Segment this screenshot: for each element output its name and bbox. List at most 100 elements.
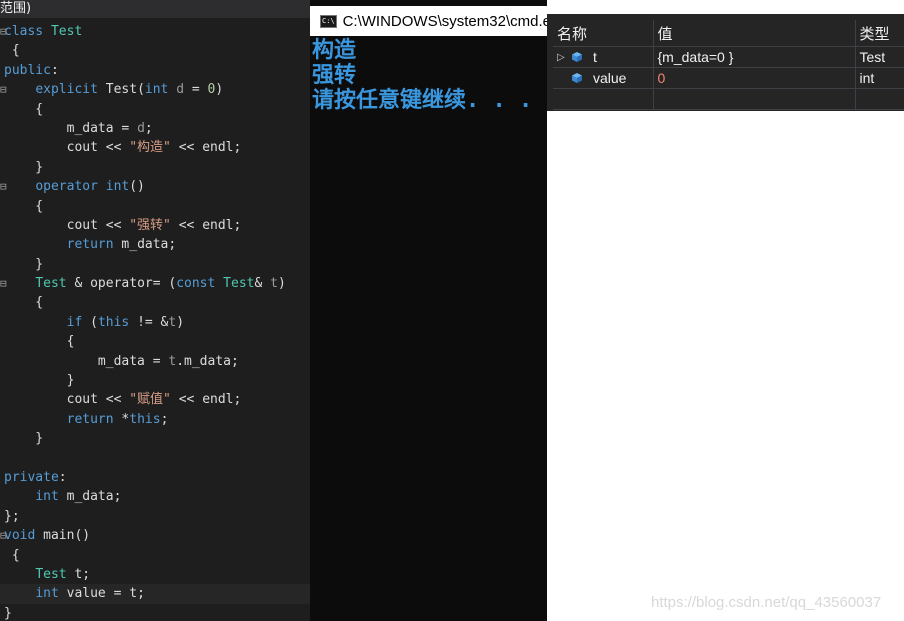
code-token: {: [4, 101, 44, 117]
code-editor[interactable]: 范围) ⊟ class Test {public: ⊟ explicit Test(…: [0, 0, 310, 621]
code-token: m_data =: [4, 353, 169, 369]
code-line[interactable]: int m_data;: [0, 487, 310, 506]
code-text: operator int(): [4, 179, 145, 194]
code-line[interactable]: return m_data;: [0, 235, 310, 254]
code-line[interactable]: {: [0, 197, 310, 216]
code-line[interactable]: Test t;: [0, 565, 310, 584]
column-header-type[interactable]: 类型: [855, 20, 904, 47]
code-line[interactable]: ⊟ explicit Test(int d = 0): [0, 80, 310, 99]
watch-type: Test: [855, 46, 904, 68]
code-token: return: [66, 237, 122, 253]
fold-toggle-icon[interactable]: ⊟: [0, 177, 7, 196]
code-token: }: [4, 605, 12, 621]
code-line[interactable]: {: [0, 100, 310, 119]
fold-toggle-icon[interactable]: ⊟: [0, 80, 7, 99]
code-line[interactable]: cout << "赋值" << endl;: [0, 390, 310, 409]
code-token: void: [4, 528, 44, 544]
console-line: 强转: [312, 63, 357, 88]
code-line[interactable]: m_data = d;: [0, 119, 310, 138]
code-token: m_data;: [121, 237, 177, 253]
code-text: {: [4, 295, 43, 310]
code-text: if (this != &t): [4, 315, 184, 330]
fold-toggle-icon[interactable]: ⊟: [0, 274, 7, 293]
code-line[interactable]: m_data = t.m_data;: [0, 352, 310, 371]
expand-arrow-icon[interactable]: ▷: [557, 52, 571, 63]
code-token: {: [4, 198, 44, 214]
column-header-value[interactable]: 值: [653, 20, 856, 47]
variable-cube-icon: [571, 72, 583, 84]
code-token: (: [90, 314, 98, 330]
code-token: "构造": [129, 140, 171, 156]
code-text: cout << "强转" << endl;: [4, 217, 242, 233]
code-text: int value = t;: [4, 586, 145, 601]
code-line[interactable]: }: [0, 255, 310, 274]
code-token: {: [4, 295, 44, 311]
code-token: class: [4, 24, 51, 39]
code-token: (): [129, 179, 145, 195]
code-token: d: [176, 82, 192, 98]
code-token: << endl;: [170, 392, 242, 408]
watch-type: int: [855, 67, 904, 89]
code-token: << endl;: [170, 217, 242, 233]
code-line[interactable]: cout << "构造" << endl;: [0, 138, 310, 157]
code-line[interactable]: ⊟ Test & operator= (const Test& t): [0, 274, 310, 293]
watch-row-t[interactable]: ▷ t {m_data=0 } Test: [553, 46, 904, 68]
watch-row-empty[interactable]: [553, 88, 904, 110]
watch-value[interactable]: 0: [653, 67, 856, 89]
code-text: cout << "赋值" << endl;: [4, 392, 242, 408]
code-text: return m_data;: [4, 237, 177, 253]
code-token: }: [4, 431, 44, 447]
watch-value[interactable]: {m_data=0 }: [653, 46, 856, 68]
code-line[interactable]: }: [0, 604, 310, 621]
code-token: t;: [66, 566, 91, 582]
code-line[interactable]: }: [0, 371, 310, 390]
code-token: int: [144, 82, 177, 98]
code-text: {: [4, 334, 75, 349]
console-window[interactable]: C:\WINDOWS\system32\cmd.exe 构造 强转 请按任意键继…: [310, 0, 547, 621]
code-line[interactable]: ⊟ void main(): [0, 526, 310, 545]
variable-cube-icon: [571, 51, 583, 63]
code-token: ;: [144, 120, 153, 136]
fold-toggle-icon[interactable]: ⊟: [0, 22, 7, 41]
code-text: };: [4, 509, 20, 524]
code-line[interactable]: {: [0, 546, 310, 565]
watch-table[interactable]: 名称 值 类型 ▷ t {m_data=0 } Test value 0 int: [553, 20, 904, 110]
code-line[interactable]: private:: [0, 468, 310, 487]
code-text: }: [4, 373, 75, 389]
code-token: :: [50, 62, 59, 78]
code-line[interactable]: {: [0, 332, 310, 351]
code-token: Test: [223, 276, 255, 292]
code-line[interactable]: ⊟ operator int(): [0, 177, 310, 196]
code-line[interactable]: ⊟ class Test: [0, 22, 310, 41]
code-line[interactable]: int value = t;: [0, 584, 310, 604]
console-titlebar[interactable]: C:\WINDOWS\system32\cmd.exe: [310, 6, 547, 36]
code-token: =: [191, 82, 208, 98]
code-token: t: [270, 276, 278, 292]
code-text: Test t;: [4, 567, 90, 582]
code-token: operator int: [35, 179, 130, 195]
watch-panel[interactable]: 名称 值 类型 ▷ t {m_data=0 } Test value 0 int: [547, 0, 904, 111]
column-header-name[interactable]: 名称: [553, 20, 654, 47]
code-token: }: [4, 373, 75, 389]
code-text: explicit Test(int d = 0): [4, 82, 223, 97]
code-area[interactable]: ⊟ class Test {public: ⊟ explicit Test(int …: [0, 22, 310, 621]
code-line[interactable]: if (this != &t): [0, 313, 310, 332]
code-token: {: [4, 547, 20, 563]
fold-toggle-icon[interactable]: ⊟: [0, 526, 7, 545]
watch-row-value[interactable]: value 0 int: [553, 67, 904, 89]
code-line[interactable]: return *this;: [0, 410, 310, 429]
code-line[interactable]: }: [0, 429, 310, 448]
code-line[interactable]: }: [0, 158, 310, 177]
code-line[interactable]: cout << "强转" << endl;: [0, 216, 310, 235]
code-line[interactable]: public:: [0, 61, 310, 80]
code-line[interactable]: {: [0, 293, 310, 312]
code-line[interactable]: {: [0, 41, 310, 60]
new-watch-cell[interactable]: [553, 88, 654, 110]
editor-scope-label: 范围): [0, 0, 310, 18]
code-line[interactable]: [0, 449, 310, 468]
code-text: {: [4, 548, 20, 563]
code-line[interactable]: };: [0, 507, 310, 526]
